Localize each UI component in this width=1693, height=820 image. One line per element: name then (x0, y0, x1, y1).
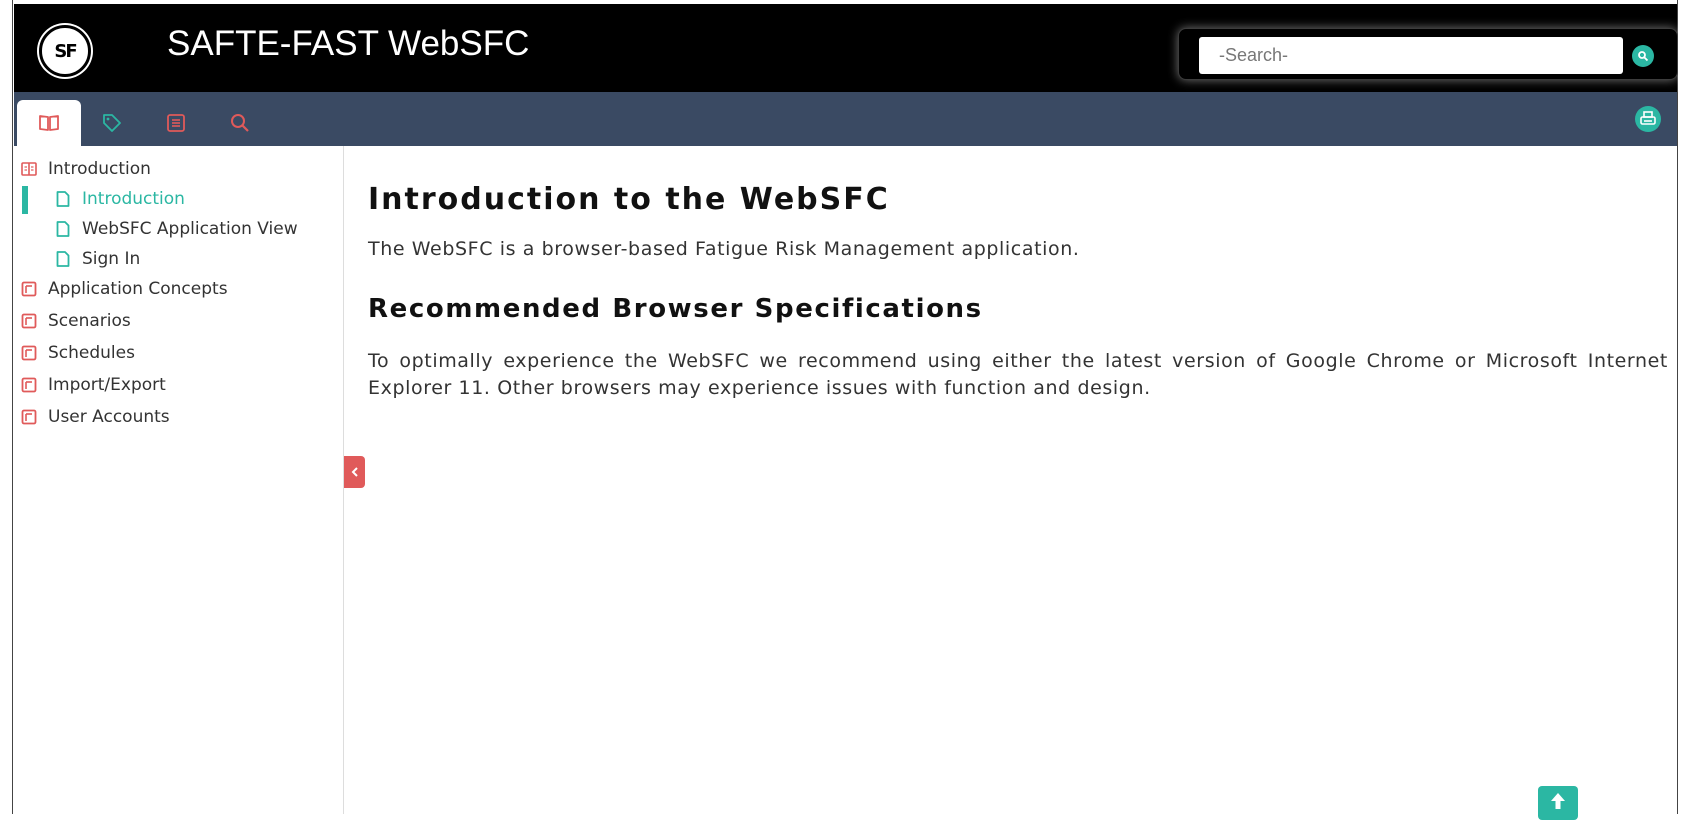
list-icon (167, 114, 185, 132)
page-icon (54, 220, 72, 238)
sidebar-item-import-export[interactable]: Import/Export (20, 371, 166, 399)
sidebar-item-label: Introduction (82, 189, 185, 209)
app-header: SF SAFTE-FAST WebSFC (14, 4, 1678, 92)
page-icon (54, 190, 72, 208)
sidebar-item-user-accounts[interactable]: User Accounts (20, 403, 170, 431)
sidebar-item-introduction[interactable]: Introduction (54, 185, 185, 213)
search-button[interactable] (1632, 45, 1654, 67)
logo: SF (39, 25, 91, 77)
tab-glossary[interactable] (144, 100, 208, 146)
sidebar-item-label: Sign In (82, 249, 141, 269)
sidebar-item-label: Import/Export (48, 375, 166, 395)
search-box (1178, 28, 1678, 80)
page-title: Introduction to the WebSFC (368, 182, 890, 217)
closed-book-icon (20, 344, 38, 362)
search-icon (1638, 51, 1649, 62)
sidebar-item-label: User Accounts (48, 407, 170, 427)
toolbar (14, 92, 1677, 146)
sidebar-item-scenarios[interactable]: Scenarios (20, 307, 131, 335)
open-book-icon (20, 160, 38, 178)
arrow-up-icon (1551, 793, 1565, 809)
sidebar-item-label: Introduction (48, 159, 151, 179)
spec-paragraph: To optimally experience the WebSFC we re… (368, 350, 1668, 399)
sidebar-item-introduction-book[interactable]: Introduction (20, 155, 151, 183)
sidebar-item-label: Application Concepts (48, 279, 228, 299)
tab-search[interactable] (208, 100, 272, 146)
closed-book-icon (20, 408, 38, 426)
sidebar-item-sign-in[interactable]: Sign In (54, 245, 140, 273)
tag-icon (103, 114, 121, 132)
sidebar-item-schedules[interactable]: Schedules (20, 339, 135, 367)
tab-index[interactable] (80, 100, 144, 146)
print-icon (1640, 111, 1656, 125)
closed-book-icon (20, 312, 38, 330)
scroll-to-top-button[interactable] (1538, 786, 1578, 820)
chevron-left-icon (351, 467, 358, 477)
sidebar-item-websfc-application-view[interactable]: WebSFC Application View (54, 215, 298, 243)
print-button[interactable] (1635, 106, 1661, 132)
intro-paragraph: The WebSFC is a browser-based Fatigue Ri… (368, 238, 1080, 260)
sidebar-item-label: Scenarios (48, 311, 131, 331)
search-icon (231, 114, 249, 132)
sidebar-toc: Introduction Introduction WebSFC Applica… (14, 146, 344, 814)
sidebar-item-application-concepts[interactable]: Application Concepts (20, 275, 228, 303)
active-item-indicator (22, 186, 28, 214)
tab-contents[interactable] (17, 100, 81, 146)
sidebar-item-label: Schedules (48, 343, 135, 363)
sidebar-item-label: WebSFC Application View (82, 219, 298, 239)
closed-book-icon (20, 280, 38, 298)
search-input[interactable] (1199, 37, 1623, 74)
book-icon (39, 115, 59, 131)
app-title: SAFTE-FAST WebSFC (167, 24, 530, 63)
section-heading: Recommended Browser Specifications (368, 294, 983, 324)
closed-book-icon (20, 376, 38, 394)
page-icon (54, 250, 72, 268)
sidebar-collapse-button[interactable] (344, 456, 365, 488)
